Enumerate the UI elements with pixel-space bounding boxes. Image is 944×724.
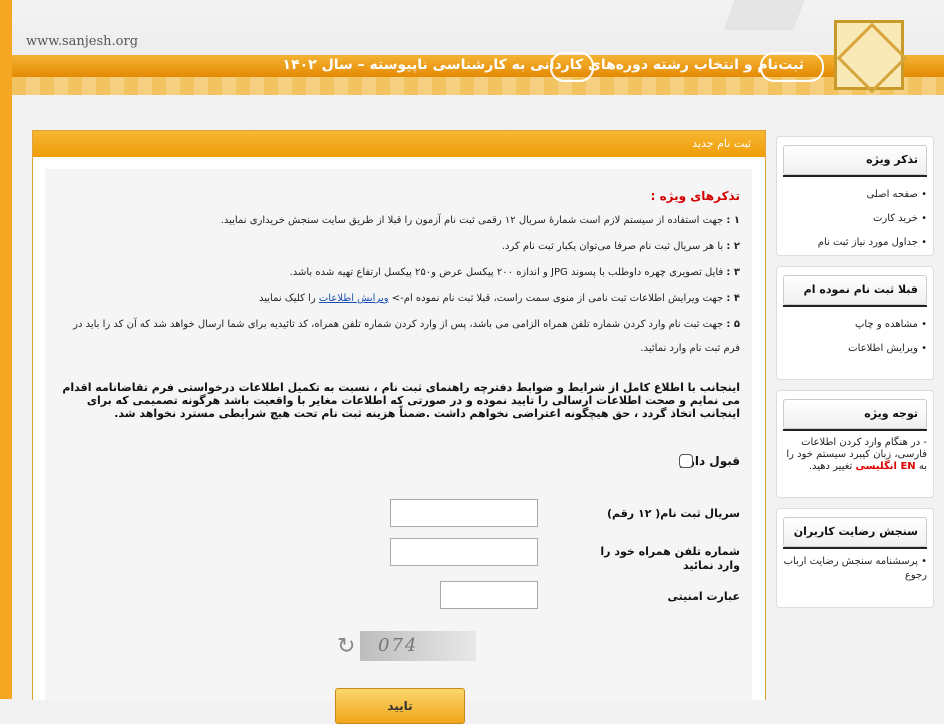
paper-decoration [723,0,805,30]
box-title: سنجش رضایت کاربران [783,517,927,547]
sidebar-box-registered: قبلا ثبت نام نموده ام مشاهده و چاپ ویرای… [776,266,934,380]
sidebar-item-home[interactable]: صفحه اصلی [783,183,927,207]
accept-checkbox-row[interactable]: قبول دارم [679,454,740,468]
box-title: توجه ویژه [783,399,927,429]
sidebar-box-satisfaction: سنجش رضایت کاربران پرسشنامه سنجش رضایت ا… [776,508,934,608]
registration-panel: ثبت نام جدید تذکرهای ویژه : ۱ : جهت استف… [32,130,766,724]
note-item: ۳ : فایل تصویری چهره داوطلب با پسوند JPG… [289,267,740,278]
sanjesh-logo [834,20,904,90]
sidebar-item-edit-info[interactable]: ویرایش اطلاعات [783,337,927,361]
header-title: ثبت‌نام و انتخاب رشته دوره‌های کاردانی ب… [282,57,804,73]
serial-input[interactable] [390,499,538,527]
sidebar-item-survey[interactable]: پرسشنامه سنجش رضایت ارباب رجوع [783,555,927,583]
accept-checkbox[interactable] [679,454,694,468]
captcha-text: 074 [378,635,419,656]
sidebar-box-attention: توجه ویژه - در هنگام وارد کردن اطلاعات ف… [776,390,934,498]
sidebar-item-buy-card[interactable]: خرید کارت [783,207,927,231]
note-item: ۵ : جهت ثبت نام وارد کردن شماره تلفن همر… [73,319,740,354]
security-label: عبارت امنیتی [667,590,740,603]
confirm-button[interactable]: تایید [335,688,465,724]
edit-info-link[interactable]: ویرایش اطلاعات [319,293,389,304]
note-item: ۴ : جهت ویرایش اطلاعات ثبت نامی از منوی … [258,293,740,304]
note-item: ۲ : با هر سریال ثبت نام صرفا می‌توان یکب… [501,241,740,252]
sidebar-item-tables[interactable]: جداول مورد نیاز ثبت نام [783,231,927,255]
agreement-text: اینجانب با اطلاع کامل از شرایط و ضوابط د… [62,381,740,420]
sidebar-box-special-notes: تذکر ویژه صفحه اصلی خرید کارت جداول مورد… [776,136,934,256]
phone-input[interactable] [390,538,538,566]
site-url[interactable]: www.sanjesh.org [26,34,138,49]
box-title: قبلا ثبت نام نموده ام [783,275,927,305]
captcha-image: 074 [360,631,476,661]
sidebar-item-view-print[interactable]: مشاهده و چاپ [783,313,927,337]
notes-heading: تذکرهای ویژه : [650,189,740,203]
registration-form: تذکرهای ویژه : ۱ : جهت استفاده از سیستم … [45,169,752,724]
box-title: تذکر ویژه [783,145,927,175]
serial-label: سریال ثبت نام( ۱۲ رقم) [606,507,740,520]
left-accent-bar [0,0,12,699]
site-header: www.sanjesh.org ثبت‌نام و انتخاب رشته دو… [12,0,944,95]
refresh-captcha-icon[interactable]: ↻ [337,634,355,659]
panel-title: ثبت نام جدید [33,131,765,157]
note-item: ۱ : جهت استفاده از سیستم لازم است شمارهٔ… [220,215,740,226]
security-input[interactable] [440,581,538,609]
phone-label: شماره تلفن همراه خود را وارد نمائید [600,545,740,572]
keyboard-notice: - در هنگام وارد کردن اطلاعات فارسی، زبان… [786,437,927,472]
